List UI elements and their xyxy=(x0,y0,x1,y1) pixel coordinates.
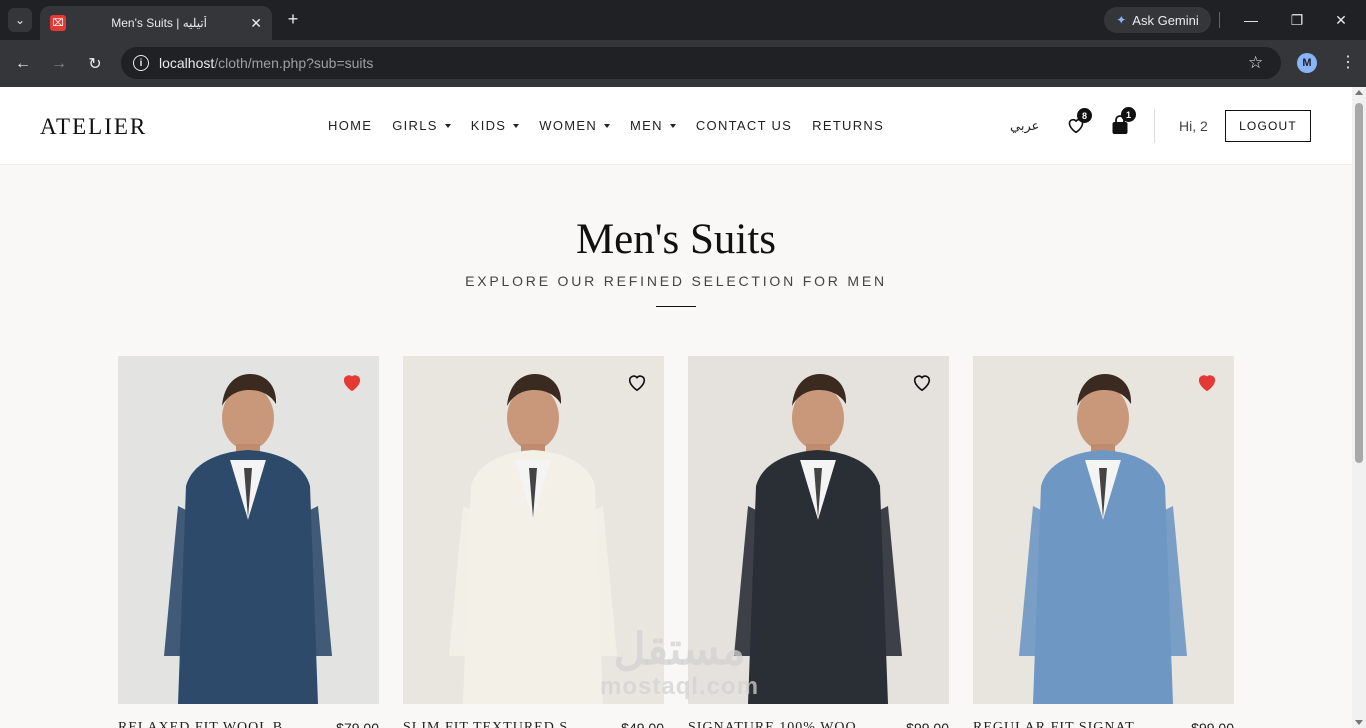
product-card[interactable]: RELAXED FIT WOOL B... $79.00 xyxy=(118,356,379,728)
product-image[interactable] xyxy=(973,356,1234,704)
heart-filled-icon xyxy=(1198,375,1216,392)
product-image[interactable] xyxy=(118,356,379,704)
tab-title: Men's Suits | أتيليه xyxy=(111,16,208,30)
nav-label: CONTACT US xyxy=(695,118,793,133)
nav-label: KIDS xyxy=(470,118,507,133)
favicon-icon: ⌧ xyxy=(50,15,66,31)
model-illustration xyxy=(164,374,332,704)
caret-down-icon xyxy=(444,123,451,128)
watermark-arabic: مستقل xyxy=(613,625,746,674)
scroll-up-arrow-icon[interactable] xyxy=(1355,90,1363,95)
divider xyxy=(1219,12,1220,28)
browser-tab[interactable]: ⌧ Men's Suits | أتيليه ✕ xyxy=(40,6,272,40)
product-name[interactable]: REGULAR FIT SIGNAT... xyxy=(973,720,1173,728)
browser-tab-strip: ⌄ ⌧ Men's Suits | أتيليه ✕ + ✦ Ask Gemin… xyxy=(0,0,1366,40)
heart-filled-icon xyxy=(343,375,361,392)
user-greeting: Hi, 2 xyxy=(1179,118,1208,134)
wishlist-count-badge: 8 xyxy=(1077,108,1092,123)
heart-outline-icon xyxy=(628,375,646,392)
page-scrollbar[interactable] xyxy=(1352,87,1366,728)
nav-item-women[interactable]: WOMEN xyxy=(539,118,611,133)
product-price: $49.00 xyxy=(621,720,664,728)
site-header: ATELIER HOME GIRLS KIDS WOMEN MEN CONTACT US R… xyxy=(0,87,1352,165)
language-toggle[interactable]: عربي xyxy=(1010,118,1039,134)
nav-label: RETURNS xyxy=(812,118,885,133)
nav-item-men[interactable]: MEN xyxy=(630,118,676,133)
nav-item-returns[interactable]: RETURNS xyxy=(812,118,884,133)
header-divider xyxy=(1154,109,1155,143)
reload-button[interactable]: ↻ xyxy=(83,52,107,76)
favorite-toggle[interactable] xyxy=(1196,372,1218,392)
url-path: /cloth/men.php?sub=suits xyxy=(214,55,374,71)
ask-gemini-button[interactable]: ✦ Ask Gemini xyxy=(1104,7,1211,33)
forward-button[interactable]: → xyxy=(47,52,71,76)
logout-button[interactable]: LOGOUT xyxy=(1225,110,1311,142)
nav-item-kids[interactable]: KIDS xyxy=(471,118,520,133)
wishlist-button[interactable]: 8 xyxy=(1066,108,1092,134)
site-logo[interactable]: ATELIER xyxy=(40,114,147,140)
tab-search-button[interactable]: ⌄ xyxy=(8,8,32,32)
product-name[interactable]: RELAXED FIT WOOL B... xyxy=(118,720,318,728)
site-info-icon[interactable]: i xyxy=(133,55,149,71)
url-host: localhost xyxy=(159,55,215,71)
ask-gemini-label: Ask Gemini xyxy=(1132,12,1199,28)
caret-down-icon xyxy=(513,123,520,128)
model-illustration xyxy=(1019,374,1187,704)
product-name[interactable]: SLIM FIT TEXTURED S... xyxy=(403,720,603,728)
cart-button[interactable]: 1 xyxy=(1111,107,1136,135)
caret-down-icon xyxy=(669,123,676,128)
minimize-button[interactable]: — xyxy=(1236,8,1266,32)
favorite-toggle[interactable] xyxy=(341,372,363,392)
scrollbar-thumb[interactable] xyxy=(1355,103,1363,463)
favorite-toggle[interactable] xyxy=(626,372,648,392)
bookmark-star-icon[interactable]: ☆ xyxy=(1248,53,1263,73)
cart-count-badge: 1 xyxy=(1121,107,1136,122)
watermark-latin: mostaql.com xyxy=(600,673,760,700)
address-bar[interactable]: i localhost/cloth/men.php?sub=suits xyxy=(121,47,1281,79)
browser-menu-icon[interactable]: ⋮ xyxy=(1340,52,1356,72)
new-tab-button[interactable]: + xyxy=(282,8,304,30)
profile-avatar[interactable]: M xyxy=(1297,53,1317,73)
caret-down-icon xyxy=(604,123,611,128)
product-price: $99.00 xyxy=(1191,720,1234,728)
nav-item-girls[interactable]: GIRLS xyxy=(392,118,451,133)
nav-label: GIRLS xyxy=(392,118,438,133)
title-divider xyxy=(656,306,696,307)
main-nav: HOME GIRLS KIDS WOMEN MEN CONTACT US RETURNS xyxy=(328,118,884,133)
heart-outline-icon xyxy=(913,375,931,392)
page-subtitle: EXPLORE OUR REFINED SELECTION FOR MEN xyxy=(465,273,887,289)
gemini-icon: ✦ xyxy=(1116,13,1127,27)
scroll-down-arrow-icon[interactable] xyxy=(1355,720,1363,725)
nav-item-contact-us[interactable]: CONTACT US xyxy=(696,118,792,133)
restore-button[interactable]: ❐ xyxy=(1282,8,1312,32)
page-viewport: ATELIER HOME GIRLS KIDS WOMEN MEN CONTACT US R… xyxy=(0,87,1352,728)
close-tab-icon[interactable]: ✕ xyxy=(250,15,262,32)
close-window-button[interactable]: ✕ xyxy=(1326,8,1356,32)
page-title: Men's Suits xyxy=(575,216,777,263)
nav-label: WOMEN xyxy=(539,118,598,133)
product-price: $99.00 xyxy=(906,720,949,728)
nav-label: MEN xyxy=(630,118,663,133)
product-card[interactable]: REGULAR FIT SIGNAT... $99.00 xyxy=(973,356,1234,728)
url-text: localhost/cloth/men.php?sub=suits xyxy=(159,55,373,71)
nav-item-home[interactable]: HOME xyxy=(328,118,372,133)
product-price: $79.00 xyxy=(336,720,379,728)
back-button[interactable]: ← xyxy=(11,52,35,76)
watermark: مستقل mostaql.com xyxy=(600,627,759,701)
product-name[interactable]: SIGNATURE 100% WOO... xyxy=(688,720,888,728)
nav-label: HOME xyxy=(328,118,373,133)
favorite-toggle[interactable] xyxy=(911,372,933,392)
